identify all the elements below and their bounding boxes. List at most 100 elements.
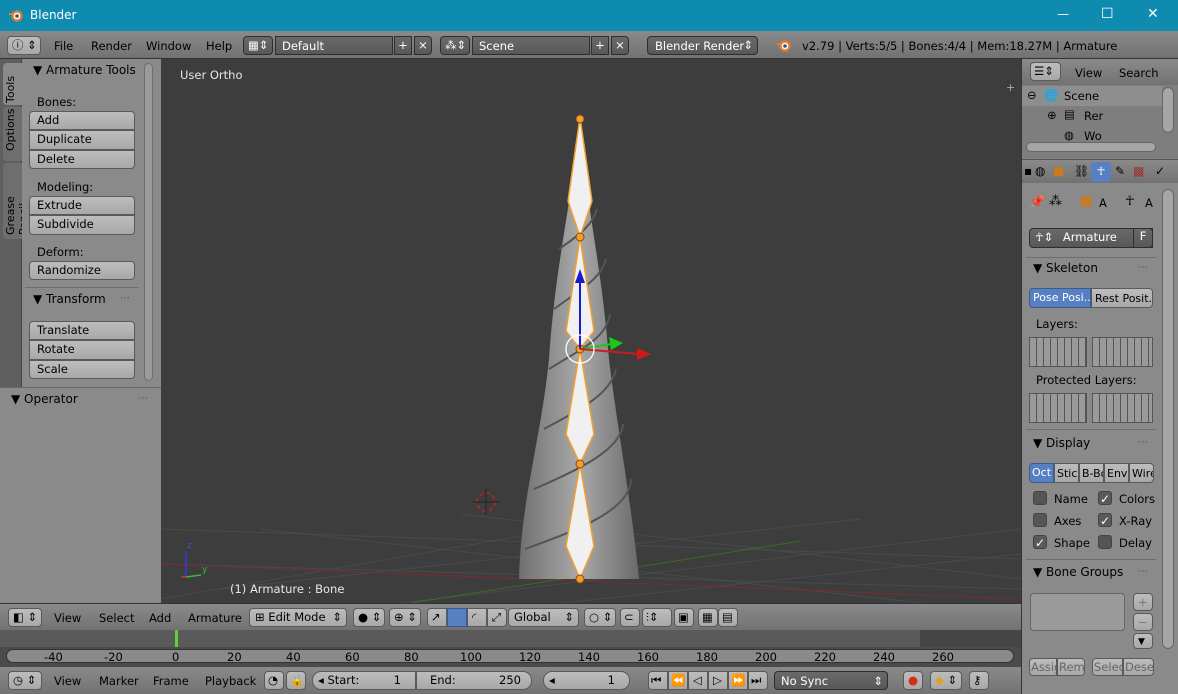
- expand-icon[interactable]: ⊕: [1047, 108, 1057, 122]
- scale-button[interactable]: Scale: [29, 360, 135, 379]
- editor-type-3d-button[interactable]: ◧ ⇕: [8, 608, 42, 627]
- snap-element-button[interactable]: ⫶⇕: [642, 608, 672, 627]
- lock-range-button[interactable]: 🔒: [286, 671, 306, 690]
- protected-layers-grid-left[interactable]: [1029, 393, 1087, 423]
- constraint-tab-icon[interactable]: ⛓: [1074, 164, 1089, 178]
- editor-type-outliner-button[interactable]: ☰⇕: [1030, 62, 1061, 81]
- pose-position-button[interactable]: Pose Posi...: [1029, 288, 1091, 308]
- remove-button[interactable]: Rem: [1057, 658, 1085, 676]
- drag-handle-icon[interactable]: ⋯: [1138, 262, 1148, 273]
- deselect-button[interactable]: Desel: [1123, 658, 1154, 676]
- jump-to-start-button[interactable]: ⏮: [648, 671, 668, 690]
- armature-tools-header[interactable]: ▼ Armature Tools: [33, 63, 136, 77]
- manipulator-toggle[interactable]: ↗: [427, 608, 447, 627]
- texture-tab-icon[interactable]: ▩: [1133, 164, 1144, 178]
- menu-add[interactable]: Add: [149, 611, 171, 625]
- start-frame-field[interactable]: ◂ Start: 1: [312, 671, 416, 690]
- menu-outliner-view[interactable]: View: [1075, 66, 1102, 80]
- current-frame-marker[interactable]: [175, 630, 178, 647]
- armature-data-tab[interactable]: ☥: [1091, 162, 1111, 182]
- record-button[interactable]: ●: [903, 671, 923, 690]
- translate-button[interactable]: Translate: [29, 321, 135, 340]
- add-scene-button[interactable]: +: [591, 36, 609, 55]
- render-tab-icon[interactable]: ▪: [1024, 164, 1032, 178]
- keying-set-button[interactable]: ◆ ⇕: [930, 671, 962, 690]
- bone-group-menu-button[interactable]: ▼: [1133, 633, 1153, 649]
- drag-handle-icon[interactable]: ⋯: [138, 393, 148, 404]
- world-tab-icon[interactable]: ◍: [1035, 164, 1045, 178]
- assign-button[interactable]: Assig: [1029, 658, 1057, 676]
- pin-icon[interactable]: 📌: [1029, 195, 1045, 210]
- extrude-button[interactable]: Extrude: [29, 196, 135, 215]
- toolshelf-scrollbar[interactable]: [144, 63, 153, 381]
- rotate-button[interactable]: Rotate: [29, 340, 135, 360]
- menu-playback[interactable]: Playback: [205, 674, 256, 688]
- add-bone-group-button[interactable]: +: [1133, 593, 1153, 611]
- pivot-point-button[interactable]: ⊕ ⇕: [389, 608, 421, 627]
- operator-panel-header[interactable]: ▼ Operator: [11, 392, 78, 406]
- wrench-tab-icon[interactable]: ✓: [1155, 164, 1165, 178]
- insert-keyframe-button[interactable]: ⚷: [969, 671, 989, 690]
- shape-checkbox[interactable]: [1033, 535, 1047, 549]
- display-stick-button[interactable]: Stic: [1054, 463, 1079, 483]
- add-layout-button[interactable]: +: [394, 36, 412, 55]
- scale-manipulator-button[interactable]: ⤢: [487, 608, 507, 627]
- skeleton-panel-header[interactable]: ▼ Skeleton: [1033, 261, 1098, 275]
- jump-to-keyframe-back-button[interactable]: ⏪: [668, 671, 688, 690]
- rotate-manipulator-button[interactable]: ◜: [467, 608, 487, 627]
- menu-outliner-search[interactable]: Search: [1119, 66, 1159, 80]
- snap-toggle[interactable]: ⊂: [620, 608, 640, 627]
- remove-scene-button[interactable]: ×: [611, 36, 629, 55]
- viewport-plus-icon[interactable]: +: [1006, 81, 1015, 94]
- fake-user-button[interactable]: F: [1133, 228, 1153, 248]
- bone-tab-icon[interactable]: ✎: [1115, 164, 1125, 178]
- add-bone-button[interactable]: Add: [29, 111, 135, 130]
- timeline[interactable]: -40 -20 0 20 40 60 80 100 120 140 160 18…: [0, 630, 1021, 667]
- randomize-button[interactable]: Randomize: [29, 261, 135, 280]
- properties-scrollbar[interactable]: [1162, 189, 1174, 649]
- play-button[interactable]: ▷: [708, 671, 728, 690]
- menu-select[interactable]: Select: [99, 611, 134, 625]
- outliner-row-render[interactable]: ⊕ ▤ Rer: [1022, 106, 1162, 126]
- delay-checkbox[interactable]: [1098, 535, 1112, 549]
- render-animation-button[interactable]: ▤: [718, 608, 738, 627]
- outliner-hscrollbar[interactable]: [1026, 142, 1156, 152]
- display-panel-header[interactable]: ▼ Display: [1033, 436, 1090, 450]
- bone-groups-list[interactable]: [1030, 593, 1125, 631]
- menu-frame[interactable]: Frame: [153, 674, 189, 688]
- end-frame-field[interactable]: End: 250: [416, 671, 532, 690]
- transform-panel-header[interactable]: ▼ Transform: [33, 292, 106, 306]
- menu-timeline-view[interactable]: View: [54, 674, 81, 688]
- 3d-viewport[interactable]: User Ortho z y (1) Armature : Bone +: [161, 59, 1021, 603]
- menu-help[interactable]: Help: [206, 39, 232, 53]
- scene-type-button[interactable]: ⁂⇕: [440, 36, 470, 55]
- drag-handle-icon[interactable]: ⋯: [120, 293, 130, 304]
- name-checkbox[interactable]: [1033, 491, 1047, 505]
- protected-layers-grid-right[interactable]: [1092, 393, 1153, 423]
- layout-type-button[interactable]: ▦⇕: [243, 36, 273, 55]
- display-octahedral-button[interactable]: Oct: [1029, 463, 1054, 483]
- mode-selector[interactable]: ⊞ Edit Mode ⇕: [249, 608, 347, 627]
- drag-handle-icon[interactable]: ⋯: [1138, 437, 1148, 448]
- preview-range-button[interactable]: ◔: [264, 671, 284, 690]
- jump-to-end-button[interactable]: ⏭: [748, 671, 768, 690]
- outliner-row-scene[interactable]: ⊖ 🌐 Scene: [1022, 86, 1162, 106]
- axes-checkbox[interactable]: [1033, 513, 1047, 527]
- minimize-button[interactable]: —: [1057, 7, 1069, 21]
- xray-checkbox[interactable]: [1098, 513, 1112, 527]
- layers-grid-right[interactable]: [1092, 337, 1153, 367]
- editor-type-timeline-button[interactable]: ◷ ⇕: [8, 671, 42, 690]
- delete-bone-button[interactable]: Delete: [29, 150, 135, 169]
- remove-bone-group-button[interactable]: −: [1133, 613, 1153, 631]
- select-button[interactable]: Selec: [1092, 658, 1123, 676]
- menu-file[interactable]: File: [54, 39, 73, 53]
- render-engine-selector[interactable]: Blender Render ⇕: [647, 36, 758, 55]
- jump-to-keyframe-forward-button[interactable]: ⏩: [728, 671, 748, 690]
- collapse-icon[interactable]: ⊖: [1027, 88, 1037, 102]
- play-reverse-button[interactable]: ◁: [688, 671, 708, 690]
- display-wire-button[interactable]: Wire: [1129, 463, 1154, 483]
- layers-grid-left[interactable]: [1029, 337, 1087, 367]
- layout-selector[interactable]: Default: [275, 36, 393, 55]
- close-button[interactable]: ✕: [1147, 6, 1159, 22]
- proportional-edit-button[interactable]: ○ ⇕: [584, 608, 616, 627]
